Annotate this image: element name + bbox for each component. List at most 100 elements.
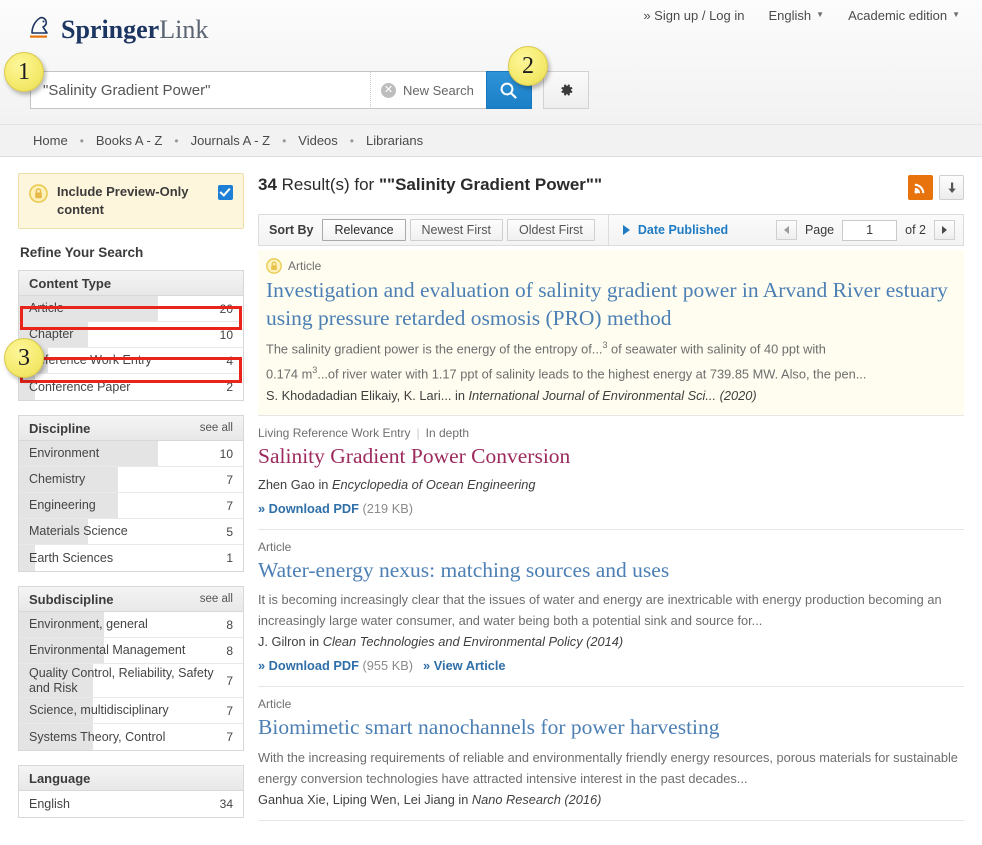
download-pdf-link[interactable]: » Download PDF xyxy=(258,501,359,516)
facet-item[interactable]: Environmental Management 8 xyxy=(19,638,243,665)
annotation-marker-1: 1 xyxy=(4,52,44,92)
facet-item-label: Environment xyxy=(29,446,100,461)
springer-link-logo[interactable]: SpringerLink xyxy=(25,13,208,43)
result-authors: Zhen Gao in Encyclopedia of Ocean Engine… xyxy=(258,477,964,492)
annotation-marker-3: 3 xyxy=(4,338,44,378)
result-content-type: Article xyxy=(258,697,292,712)
facet-item-count: 5 xyxy=(226,524,233,539)
facet-item[interactable]: Chemistry 7 xyxy=(19,467,243,494)
result-content-type: Living Reference Work Entry xyxy=(258,426,411,440)
facet-header: Discipline see all xyxy=(19,416,243,442)
logo-springer: Springer xyxy=(61,15,160,44)
facet-item[interactable]: Environment 10 xyxy=(19,441,243,468)
facet-title: Content Type xyxy=(29,275,112,291)
search-settings-button[interactable] xyxy=(542,71,589,109)
edition-selector[interactable]: Academic edition ▼ xyxy=(848,8,960,23)
primary-nav: Home • Books A - Z • Journals A - Z • Vi… xyxy=(0,125,982,157)
result-title-link[interactable]: Salinity Gradient Power Conversion xyxy=(258,443,964,471)
result-title-link[interactable]: Biomimetic smart nanochannels for power … xyxy=(258,714,964,742)
language-selector[interactable]: English ▼ xyxy=(769,8,825,23)
snippet-superscript: 3 xyxy=(602,340,608,351)
sort-button-oldest-first[interactable]: Oldest First xyxy=(506,219,595,241)
logo-link: Link xyxy=(159,15,209,44)
new-search-button[interactable]: ✕ New Search xyxy=(370,71,486,109)
results-list: Article Investigation and evaluation of s… xyxy=(258,250,964,822)
facet-see-all-link[interactable]: see all xyxy=(200,593,233,605)
facet-item[interactable]: Conference Paper 2 xyxy=(19,374,243,401)
download-pdf-link[interactable]: » Download PDF xyxy=(258,658,359,673)
download-arrow-icon xyxy=(947,182,956,193)
result-title-link[interactable]: Water-energy nexus: matching sources and… xyxy=(258,557,964,585)
result-meta: Article xyxy=(258,697,964,711)
facet-item-count: 7 xyxy=(226,730,233,745)
facet-item-label: English xyxy=(29,796,70,811)
nav-item-videos[interactable]: Videos xyxy=(298,133,338,148)
nav-separator: • xyxy=(282,133,287,148)
facet-title: Subdiscipline xyxy=(29,591,114,607)
view-article-link[interactable]: » View Article xyxy=(423,658,506,673)
result-meta: Article xyxy=(266,258,956,274)
page-number-input[interactable] xyxy=(842,219,898,241)
include-preview-only-box[interactable]: Include Preview-Only content xyxy=(18,173,244,230)
signup-login-link[interactable]: » Sign up / Log in xyxy=(643,8,744,23)
facet-item[interactable]: Earth Sciences 1 xyxy=(19,545,243,572)
facet-item[interactable]: Chapter 10 xyxy=(19,322,243,349)
sort-button-relevance[interactable]: Relevance xyxy=(322,219,406,241)
search-input-wrapper[interactable] xyxy=(30,71,370,109)
result-snippet: It is becoming increasingly clear that t… xyxy=(258,592,942,628)
facet-item-count: 4 xyxy=(226,353,233,368)
facet-see-all-link[interactable]: see all xyxy=(200,422,233,434)
annotation-marker-2: 2 xyxy=(508,46,548,86)
facet-group: Subdiscipline see all Environment, general… xyxy=(18,586,244,752)
nav-item-home[interactable]: Home xyxy=(33,133,68,148)
next-page-button[interactable] xyxy=(934,220,955,240)
facet-title: Language xyxy=(29,770,91,786)
search-icon xyxy=(500,82,517,99)
result-title-link[interactable]: Investigation and evaluation of salinity… xyxy=(266,277,956,332)
result-count: 34 xyxy=(258,175,277,194)
facet-item[interactable]: Engineering 7 xyxy=(19,493,243,520)
facet-item-label: Engineering xyxy=(29,498,96,513)
download-results-button[interactable] xyxy=(939,175,964,200)
search-input[interactable] xyxy=(41,80,370,100)
page-title: 34 Result(s) for ""Salinity Gradient Pow… xyxy=(258,173,602,195)
facet-item[interactable]: English 34 xyxy=(19,791,243,817)
site-header: SpringerLink » Sign up / Log in English … xyxy=(0,0,982,125)
facet-item[interactable]: Article 20 xyxy=(19,296,243,323)
facet-item[interactable]: Science, multidisciplinary 7 xyxy=(19,698,243,725)
facet-item[interactable]: Quality Control, Reliability, Safety and… xyxy=(19,664,243,699)
facet-item[interactable]: Systems Theory, Control 7 xyxy=(19,724,243,751)
sort-button-newest-first[interactable]: Newest First xyxy=(409,219,503,241)
facet-item-count: 7 xyxy=(226,472,233,487)
facet-item-count: 10 xyxy=(219,446,233,461)
facet-item-count: 7 xyxy=(226,703,233,718)
previous-page-button[interactable] xyxy=(775,220,797,240)
nav-item-librarians[interactable]: Librarians xyxy=(366,133,423,148)
result-authors: Ganhua Xie, Liping Wen, Lei Jiang in Nan… xyxy=(258,792,964,807)
result-snippet: With the increasing requirements of reli… xyxy=(258,749,958,786)
include-preview-only-checkbox[interactable] xyxy=(218,185,233,200)
page-label: Page xyxy=(804,223,835,237)
rss-feed-button[interactable] xyxy=(908,175,933,200)
top-utility-nav: » Sign up / Log in English ▼ Academic ed… xyxy=(643,8,982,23)
result-item: Article Water-energy nexus: matching sour… xyxy=(258,530,964,688)
nav-item-journals-az[interactable]: Journals A - Z xyxy=(191,133,270,148)
nav-item-books-az[interactable]: Books A - Z xyxy=(96,133,162,148)
facet-item[interactable]: Reference Work Entry 4 xyxy=(19,348,243,375)
facet-group: Content Type Article 20 Chapter 10 Reference … xyxy=(18,270,244,402)
facet-item-label: Environmental Management xyxy=(29,643,186,658)
facet-item[interactable]: Environment, general 8 xyxy=(19,612,243,639)
clear-circle-icon[interactable]: ✕ xyxy=(381,82,396,98)
facet-item-label: Article xyxy=(29,301,64,316)
result-author-names: S. Khodadadian Elikaiy, K. Lari... in xyxy=(266,388,469,403)
facet-item[interactable]: Materials Science 5 xyxy=(19,519,243,546)
date-published-label: Date Published xyxy=(637,223,729,237)
result-links: » Download PDF (219 KB) xyxy=(258,501,964,516)
facet-header: Language xyxy=(19,766,243,792)
edition-label: Academic edition xyxy=(848,8,948,23)
facet-group: Discipline see all Environment 10 Chemistry 7… xyxy=(18,415,244,573)
result-meta: Article xyxy=(258,540,964,554)
file-size-label: (955 KB) xyxy=(358,658,414,674)
date-published-filter[interactable]: Date Published xyxy=(607,215,729,245)
result-count-text: Result(s) for xyxy=(276,175,379,194)
